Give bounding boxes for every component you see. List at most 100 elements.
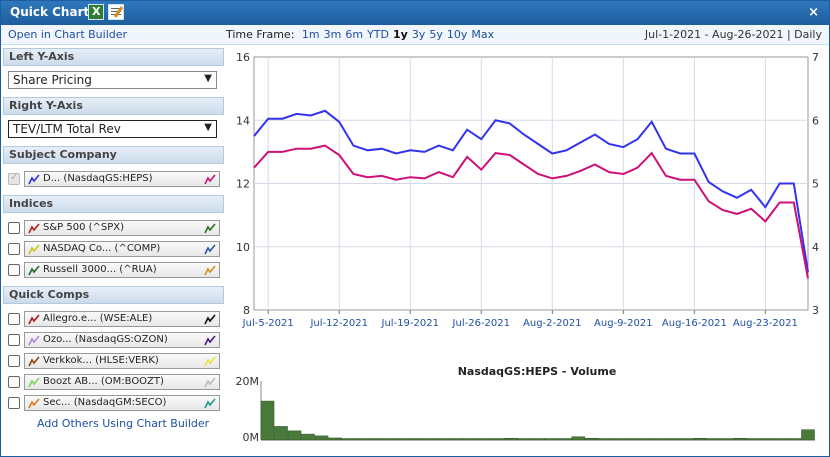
volume-bar — [733, 437, 748, 441]
series-color-icon[interactable] — [28, 223, 40, 234]
left-axis-tick-label: 12 — [236, 178, 250, 191]
index-row: S&P 500 (^SPX) — [8, 220, 220, 236]
title-bar: Quick Chart × — [1, 1, 829, 25]
series-color-icon[interactable] — [28, 244, 40, 255]
index-label: S&P 500 (^SPX) — [43, 222, 125, 233]
time-frame-ytd[interactable]: YTD — [367, 28, 389, 41]
index-chip[interactable]: S&P 500 (^SPX) — [24, 220, 220, 236]
series-color-icon[interactable] — [28, 174, 40, 185]
chart-area: 8 10 12 14 16 3 4 5 6 7 Jul-5-2021 Jul-12-2021 Jul-1… — [227, 47, 829, 455]
series-color-icon[interactable] — [204, 377, 216, 388]
x-axis-tick-label: Aug-2-2021 — [523, 318, 582, 329]
comp-chip[interactable]: Sec... (NasdaqGM:SECO) — [24, 395, 220, 411]
series-color-icon[interactable] — [28, 356, 40, 367]
index-checkbox[interactable] — [8, 264, 20, 276]
close-icon[interactable]: × — [808, 5, 819, 20]
volume-bar — [314, 435, 329, 441]
volume-bar — [801, 429, 815, 441]
date-range-label: Jul-1-2021 - Aug-26-2021 | Daily — [644, 28, 822, 41]
time-frame-max[interactable]: Max — [471, 28, 494, 41]
series-color-icon[interactable] — [204, 265, 216, 276]
volume-bar — [666, 438, 680, 441]
series-color-icon[interactable] — [28, 314, 40, 325]
series-color-icon[interactable] — [28, 398, 40, 409]
time-frame-options: 1m 3m 6m YTD 1y 3y 5y 10y Max — [298, 28, 494, 41]
index-row: Russell 3000... (^RUA) — [8, 262, 220, 278]
comp-checkbox[interactable] — [8, 313, 20, 325]
comp-label: Sec... (NasdaqGM:SECO) — [43, 397, 167, 408]
time-frame-10y[interactable]: 10y — [447, 28, 468, 41]
toolbar: Open in Chart Builder Time Frame: 1m 3m 6m… — [1, 25, 829, 45]
series-color-icon[interactable] — [28, 265, 40, 276]
comp-label: Verkkok... (HLSE:VERK) — [43, 355, 159, 366]
comp-checkbox[interactable] — [8, 334, 20, 346]
index-chip[interactable]: Russell 3000... (^RUA) — [24, 262, 220, 278]
left-axis-tick-label: 16 — [236, 51, 250, 64]
volume-chart-title: NasdaqGS:HEPS - Volume — [458, 365, 617, 378]
series-color-icon[interactable] — [204, 174, 216, 185]
index-chip[interactable]: NASDAQ Co... (^COMP) — [24, 241, 220, 257]
add-others-link[interactable]: Add Others Using Chart Builder — [37, 417, 209, 430]
time-frame-3y[interactable]: 3y — [412, 28, 426, 41]
index-label: NASDAQ Co... (^COMP) — [43, 243, 161, 254]
open-in-chart-builder-link[interactable]: Open in Chart Builder — [8, 28, 127, 41]
series-color-icon[interactable] — [204, 356, 216, 367]
series-color-icon[interactable] — [204, 314, 216, 325]
volume-bar — [612, 438, 626, 441]
comp-checkbox[interactable] — [8, 376, 20, 388]
comp-chip[interactable]: Ozo... (NasdaqGS:OZON) — [24, 332, 220, 348]
volume-tick-label: 0M — [243, 431, 260, 444]
time-frame-label: Time Frame: — [226, 28, 295, 41]
volume-bar — [436, 438, 450, 441]
volume-bar — [760, 438, 775, 441]
time-frame-6m[interactable]: 6m — [345, 28, 363, 41]
comp-chip[interactable]: Allegro.e... (WSE:ALE) — [24, 311, 220, 327]
index-checkbox[interactable] — [8, 222, 20, 234]
time-frame-5y[interactable]: 5y — [429, 28, 443, 41]
series-color-icon[interactable] — [204, 335, 216, 346]
comp-label: Allegro.e... (WSE:ALE) — [43, 313, 153, 324]
right-axis-tick-label: 5 — [812, 178, 819, 191]
series-color-icon[interactable] — [204, 223, 216, 234]
volume-tick-label: 20M — [236, 375, 260, 388]
series-color-icon[interactable] — [204, 244, 216, 255]
subject-company-label: D... (NasdaqGS:HEPS) — [43, 173, 153, 184]
index-checkbox[interactable] — [8, 243, 20, 255]
right-axis-tick-label: 3 — [812, 304, 819, 317]
comp-label: Ozo... (NasdaqGS:OZON) — [43, 334, 168, 345]
x-axis-tick-label: Aug-9-2021 — [594, 318, 653, 329]
volume-bar — [625, 438, 640, 441]
right-y-axis-value: TEV/LTM Total Rev — [13, 122, 121, 136]
x-axis-tick-label: Jul-12-2021 — [309, 318, 367, 329]
volume-bar — [679, 438, 694, 441]
time-frame-3m[interactable]: 3m — [324, 28, 342, 41]
volume-bar — [544, 438, 559, 441]
comp-label: Boozt AB... (OM:BOOZT) — [43, 376, 164, 387]
quick-chart-window: Quick Chart × Open in Chart Builder Time… — [0, 0, 830, 457]
series-color-icon[interactable] — [28, 377, 40, 388]
right-y-axis-header: Right Y-Axis — [3, 97, 224, 115]
edit-chart-icon[interactable] — [108, 4, 124, 20]
comp-chip[interactable]: Boozt AB... (OM:BOOZT) — [24, 374, 220, 390]
time-frame-1y[interactable]: 1y — [393, 28, 408, 41]
comp-row: Verkkok... (HLSE:VERK) — [8, 353, 220, 369]
right-axis-tick-label: 4 — [812, 241, 819, 254]
subject-company-row: D... (NasdaqGS:HEPS) — [8, 171, 220, 187]
volume-bar — [490, 438, 504, 441]
comp-row: Ozo... (NasdaqGS:OZON) — [8, 332, 220, 348]
left-y-axis-select[interactable]: Share Pricing ▼ — [8, 71, 217, 89]
right-axis-tick-label: 6 — [812, 114, 819, 127]
volume-bar — [530, 438, 545, 441]
comp-chip[interactable]: Verkkok... (HLSE:VERK) — [24, 353, 220, 369]
comp-checkbox[interactable] — [8, 355, 20, 367]
series-color-icon[interactable] — [204, 398, 216, 409]
left-y-axis-value: Share Pricing — [13, 73, 92, 87]
x-axis-tick-label: Jul-26-2021 — [452, 318, 510, 329]
excel-export-icon[interactable] — [88, 4, 104, 20]
comp-checkbox[interactable] — [8, 397, 20, 409]
time-frame-1m[interactable]: 1m — [302, 28, 320, 41]
right-y-axis-select[interactable]: TEV/LTM Total Rev ▼ — [8, 120, 217, 138]
series-color-icon[interactable] — [28, 335, 40, 346]
subject-company-chip[interactable]: D... (NasdaqGS:HEPS) — [24, 171, 220, 187]
chart-svg: 8 10 12 14 16 3 4 5 6 7 Jul-5-2021 Jul-12-2021 Jul-1… — [236, 51, 820, 444]
